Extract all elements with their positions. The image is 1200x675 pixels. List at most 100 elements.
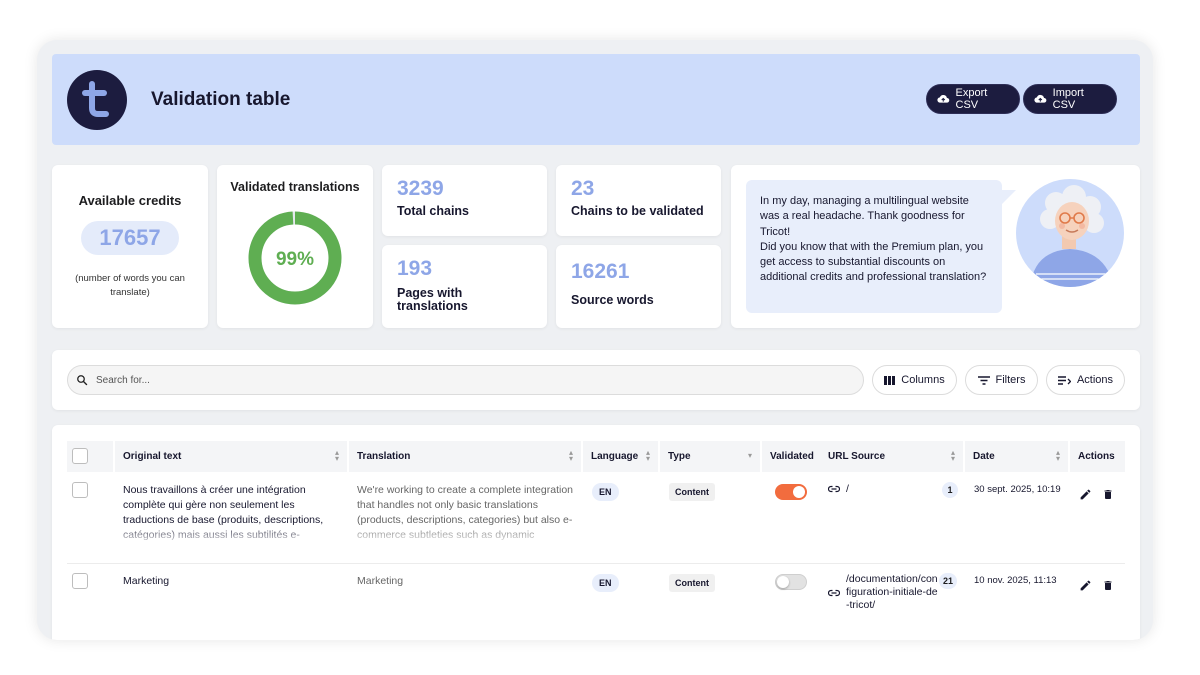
stat-total-chains: 3239 Total chains — [382, 165, 547, 236]
language-badge: EN — [592, 574, 619, 592]
validation-table: Original text ▴ ▾ Translation ▴ ▾ Language… — [52, 425, 1140, 640]
import-csv-label: Import CSV — [1052, 87, 1084, 111]
url-count-badge: 1 — [942, 482, 958, 498]
stat-pages-with-translations: 193 Pages with translations — [382, 245, 547, 328]
export-csv-label: Export CSV — [955, 87, 988, 111]
trash-icon[interactable] — [1102, 488, 1114, 501]
toggle-knob — [777, 576, 789, 588]
columns-button[interactable]: Columns — [872, 365, 957, 395]
header-select-cell — [67, 441, 113, 472]
search-placeholder: Search for... — [96, 374, 150, 386]
stat-chains-to-validate: 23 Chains to be validated — [556, 165, 721, 236]
credits-value: 17657 — [81, 221, 179, 255]
column-header-label: Validated — [770, 451, 814, 462]
edit-pencil-icon[interactable] — [1079, 488, 1092, 501]
import-csv-button[interactable]: Import CSV — [1023, 84, 1117, 114]
translation-cell[interactable]: Marketing — [357, 574, 575, 589]
columns-icon — [884, 375, 896, 385]
premium-promo-card: In my day, managing a multilingual websi… — [731, 165, 1140, 328]
available-credits-card: Available credits 17657 (number of words… — [52, 165, 208, 328]
column-header-date[interactable]: Date ▴ ▾ — [965, 441, 1068, 472]
sort-icon: ▴ ▾ — [334, 448, 339, 463]
column-header-label: URL Source — [828, 451, 886, 462]
translation-cell[interactable]: We're working to create a complete integ… — [357, 483, 575, 543]
original-text-cell: Nous travaillons à créer une intégration… — [123, 484, 324, 541]
column-header-label: Date — [973, 451, 995, 462]
sort-icon: ▴ ▾ — [568, 448, 573, 463]
app: Validation table Export CSV Import CSV A… — [52, 54, 1140, 640]
promo-message: In my day, managing a multilingual websi… — [760, 195, 987, 284]
playlist-icon — [1057, 375, 1071, 385]
type-badge: Content — [669, 574, 715, 592]
sort-icon: ▴ ▾ — [1055, 448, 1060, 463]
page-title: Validation table — [151, 89, 291, 110]
language-badge: EN — [592, 483, 619, 501]
row-checkbox[interactable] — [72, 573, 88, 589]
column-header-url-source[interactable]: URL Source ▴ ▾ — [820, 441, 963, 472]
promo-speech-bubble: In my day, managing a multilingual websi… — [746, 180, 1016, 313]
url-source-link[interactable]: /documentation/configuration-initiale-de… — [846, 573, 938, 612]
search-input[interactable]: Search for... — [67, 365, 864, 395]
filter-icon — [977, 375, 990, 385]
cloud-upload-icon — [937, 94, 950, 103]
chevron-down-icon: ▾ — [747, 451, 752, 460]
validated-title: Validated translations — [230, 180, 360, 194]
grandma-avatar — [1016, 179, 1124, 287]
donut-percent-label: 99% — [276, 249, 314, 270]
page-header: Validation table Export CSV Import CSV — [52, 54, 1140, 145]
column-header-label: Original text — [123, 451, 182, 462]
validated-translations-card: Validated translations 99% — [217, 165, 373, 328]
search-icon — [77, 375, 88, 386]
stat-value: 3239 — [397, 177, 444, 200]
validated-toggle[interactable] — [775, 484, 807, 500]
stat-source-words: 16261 Source words — [556, 245, 721, 328]
credits-note: (number of words you can translate) — [75, 273, 185, 298]
grandma-illustration — [1030, 185, 1114, 287]
stat-value: 23 — [571, 177, 595, 200]
actions-button[interactable]: Actions — [1046, 365, 1125, 395]
stat-value: 16261 — [571, 260, 630, 283]
column-header-label: Language — [591, 451, 639, 462]
sort-icon: ▴ ▾ — [645, 448, 650, 463]
export-csv-button[interactable]: Export CSV — [926, 84, 1020, 114]
column-header-validated[interactable]: Validated — [762, 441, 820, 472]
app-frame: Validation table Export CSV Import CSV A… — [37, 40, 1153, 640]
column-header-label: Actions — [1078, 451, 1115, 462]
column-header-original-text[interactable]: Original text ▴ ▾ — [115, 441, 347, 472]
columns-label: Columns — [901, 374, 945, 386]
actions-label: Actions — [1076, 374, 1114, 386]
row-divider — [67, 563, 1125, 564]
stat-label: Pages with translations — [397, 286, 468, 313]
filters-button[interactable]: Filters — [965, 365, 1038, 395]
original-text-cell: Marketing — [123, 575, 170, 587]
stat-label: Total chains — [397, 204, 470, 218]
stat-label: Chains to be validated — [571, 204, 704, 218]
toggle-knob — [793, 486, 805, 498]
validated-donut: 99% — [248, 211, 342, 305]
link-icon — [828, 485, 840, 493]
column-header-translation[interactable]: Translation ▴ ▾ — [349, 441, 581, 472]
sort-icon: ▴ ▾ — [950, 448, 955, 463]
date-cell: 30 sept. 2025, 10:19 — [974, 484, 1061, 495]
type-badge: Content — [669, 483, 715, 501]
table-toolbar: Search for... Columns Filters Actions — [52, 350, 1140, 410]
date-cell: 10 nov. 2025, 11:13 — [974, 575, 1057, 586]
filters-label: Filters — [995, 374, 1026, 386]
logo-t-icon — [82, 81, 109, 117]
edit-pencil-icon[interactable] — [1079, 579, 1092, 592]
validated-toggle[interactable] — [775, 574, 807, 590]
credits-title: Available credits — [78, 193, 182, 208]
column-header-language[interactable]: Language ▴ ▾ — [583, 441, 658, 472]
column-header-label: Type — [668, 451, 691, 462]
row-checkbox[interactable] — [72, 482, 88, 498]
link-icon — [828, 589, 840, 597]
stat-label: Source words — [571, 293, 654, 307]
column-header-actions: Actions — [1070, 441, 1125, 472]
tricot-logo — [67, 70, 127, 130]
column-header-type[interactable]: Type ▾ — [660, 441, 760, 472]
url-source-link[interactable]: / — [846, 482, 849, 497]
select-all-checkbox[interactable] — [72, 448, 88, 464]
column-header-label: Translation — [357, 451, 411, 462]
url-count-badge: 21 — [939, 573, 958, 589]
trash-icon[interactable] — [1102, 579, 1114, 592]
